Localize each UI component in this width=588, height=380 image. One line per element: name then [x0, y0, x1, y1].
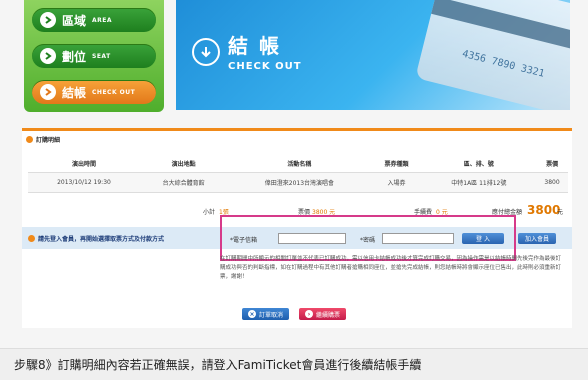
login-button[interactable]: 登 入	[462, 233, 504, 244]
step-checkout-label: 結帳	[62, 85, 87, 100]
step-caption: 步驟8》訂購明細內容若正確無誤，請登入FamiTicket會員進行後續結帳手續	[0, 348, 588, 380]
order-table: 演出時間 演出地點 活動名稱 票券種類 區、排、號 票價 2013/10/12 …	[28, 155, 568, 193]
step-navigation: 區域 AREA 劃位 SEAT 結帳 CHECK OUT	[24, 0, 164, 112]
chevron-right-icon	[40, 48, 56, 64]
cancel-order-button[interactable]: × 訂單取消	[241, 308, 289, 320]
hero-title-en: CHECK OUT	[228, 61, 302, 72]
col-seat: 區、排、號	[421, 155, 537, 173]
join-member-button[interactable]: 加入會員	[518, 233, 556, 244]
step-area-label: 區域	[62, 13, 87, 28]
chevron-right-icon	[40, 84, 56, 100]
login-prompt: 請先登入會員，再開始選擇取票方式及付款方式	[38, 235, 165, 243]
chevron-right-icon	[40, 12, 56, 28]
cell-ticket-type: 入場券	[371, 172, 422, 193]
email-field[interactable]	[278, 233, 346, 244]
email-label: *電子信箱	[230, 237, 258, 244]
col-venue: 演出地點	[139, 155, 228, 173]
cell-seat: 中特1A區 11排12號	[421, 172, 537, 193]
action-buttons: × 訂單取消 › 繼續購票	[0, 308, 588, 320]
hero-title-zh: 結 帳	[228, 34, 281, 58]
cell-price: 3800	[536, 172, 568, 193]
panel-header: 訂購明細	[22, 131, 572, 147]
subtotal-label: 小計	[203, 209, 216, 216]
cell-venue: 台大綜合體育館	[139, 172, 228, 193]
password-label: *密碼	[360, 237, 376, 244]
step-area-button[interactable]: 區域 AREA	[32, 8, 156, 32]
bullet-icon	[28, 234, 35, 242]
cancel-order-label: 訂單取消	[258, 311, 283, 319]
step-checkout-button[interactable]: 結帳 CHECK OUT	[32, 80, 156, 104]
checkout-hero: 結 帳 CHECK OUT 4356 7890 3321	[176, 0, 570, 110]
cell-event: 偉田澄來2013台灣演唱會	[227, 172, 372, 193]
step-area-en: AREA	[92, 16, 113, 24]
panel-title: 訂購明細	[36, 136, 61, 144]
currency-label: 元	[557, 209, 564, 216]
col-ticket-type: 票券種類	[371, 155, 422, 173]
password-field[interactable]	[382, 233, 454, 244]
arrow-right-icon: ›	[305, 310, 313, 318]
col-event: 活動名稱	[227, 155, 372, 173]
col-price: 票價	[536, 155, 568, 173]
hero-title: 結 帳 CHECK OUT	[228, 30, 302, 72]
continue-purchase-label: 繼續購票	[316, 311, 341, 319]
step-seat-button[interactable]: 劃位 SEAT	[32, 44, 156, 68]
grand-total-value: 3800	[527, 203, 561, 217]
continue-purchase-button[interactable]: › 繼續購票	[299, 308, 347, 320]
purchase-notice: 在訂購期間中所顯示的相關訂單並不代表已訂購成功，需以信用卡結帳成功後才算完成訂購…	[220, 256, 562, 280]
close-icon: ×	[247, 310, 256, 318]
credit-card-illustration: 4356 7890 3321	[415, 0, 570, 110]
cell-time: 2013/10/12 19:30	[28, 172, 140, 193]
step-seat-label: 劃位	[62, 49, 87, 64]
bullet-icon	[26, 135, 33, 143]
col-time: 演出時間	[28, 155, 140, 173]
top-banner: 區域 AREA 劃位 SEAT 結帳 CHECK OUT 結 帳 CHECK O…	[0, 0, 588, 128]
table-header-row: 演出時間 演出地點 活動名稱 票券種類 區、排、號 票價	[28, 155, 568, 173]
arrow-down-icon	[192, 38, 220, 66]
table-row: 2013/10/12 19:30 台大綜合體育館 偉田澄來2013台灣演唱會 入…	[28, 172, 568, 193]
card-number: 4356 7890 3321	[461, 48, 546, 80]
step-checkout-en: CHECK OUT	[92, 88, 136, 96]
card-stripe	[431, 0, 570, 55]
step-seat-en: SEAT	[92, 52, 111, 60]
caption-text: 步驟8》訂購明細內容若正確無誤，請登入FamiTicket會員進行後續結帳手續	[14, 358, 422, 372]
order-details-panel: 訂購明細 演出時間 演出地點 活動名稱 票券種類 區、排、號 票價 2013/1…	[22, 128, 572, 328]
